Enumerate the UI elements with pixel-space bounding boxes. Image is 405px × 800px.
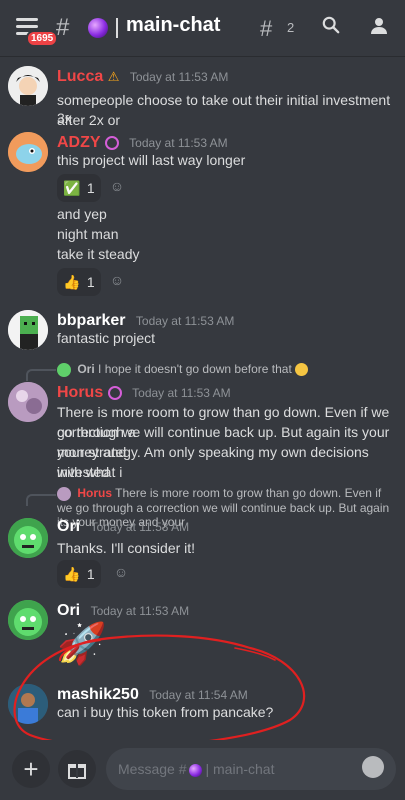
purple-orb-emoji [189, 763, 203, 777]
plus-button[interactable]: + [12, 750, 50, 788]
message-text: this project will last way longer [57, 152, 246, 168]
gift-button[interactable] [58, 750, 96, 788]
divider [116, 18, 118, 38]
add-reaction-icon[interactable]: ☺ [108, 272, 126, 290]
timestamp: Today at 11:53 AM [90, 520, 190, 534]
reply-connector [26, 494, 56, 506]
avatar[interactable] [8, 132, 48, 172]
plus-icon: + [23, 754, 39, 784]
gift-icon [68, 764, 86, 779]
message-text: invested [57, 464, 110, 480]
message-text: fantastic project [57, 330, 156, 346]
check-emoji-icon: ✅ [63, 179, 81, 196]
channel-title[interactable]: main-chat [126, 14, 220, 37]
thumbs-up-emoji-icon: 👍 [63, 565, 81, 582]
message-text: take it steady [57, 246, 140, 262]
thumbs-up-emoji-icon: 👍 [63, 273, 81, 290]
timestamp: Today at 11:53 AM [135, 314, 235, 328]
username[interactable]: Ori Today at 11:53 AM [57, 518, 189, 536]
timestamp: Today at 11:54 AM [149, 688, 248, 702]
notification-badge: 1695 [26, 30, 59, 47]
reaction-thumbsup[interactable]: 👍 1 [57, 268, 101, 296]
username[interactable]: Horus Today at 11:53 AM [57, 384, 231, 402]
message-composer: + Message # | main-chat [0, 740, 405, 800]
timestamp: Today at 11:53 AM [129, 136, 228, 150]
mini-avatar [57, 362, 71, 377]
rocket-emoji-icon: 🚀 [57, 622, 107, 666]
message-text: night man [57, 226, 119, 242]
avatar[interactable] [8, 66, 48, 106]
reaction-count: 1 [86, 180, 95, 196]
hash-icon: # [56, 14, 70, 41]
reaction-thumbsup[interactable]: 👍 1 [57, 560, 101, 588]
avatar[interactable] [8, 684, 48, 724]
username[interactable]: Ori Today at 11:53 AM [57, 602, 189, 620]
mini-avatar [57, 486, 71, 501]
message-text: 3x [57, 110, 72, 126]
message-input[interactable]: Message # | main-chat [106, 748, 396, 790]
avatar[interactable] [8, 600, 48, 640]
avatar[interactable] [8, 518, 48, 558]
threads-count[interactable]: 2 [287, 20, 294, 35]
reaction-count: 1 [86, 274, 95, 290]
purple-orb-emoji [88, 18, 108, 38]
members-icon[interactable] [370, 16, 390, 36]
emoji-icon[interactable] [362, 756, 384, 778]
username[interactable]: Lucca ⚠ Today at 11:53 AM [57, 68, 228, 86]
message-text: and yep [57, 206, 107, 222]
timestamp: Today at 11:53 AM [90, 604, 190, 618]
reply-reference[interactable]: Ori I hope it doesn't go down before tha… [57, 362, 397, 377]
add-reaction-icon[interactable]: ☺ [108, 178, 126, 196]
threads-icon[interactable]: # [260, 16, 272, 42]
grimace-emoji-icon [295, 363, 309, 377]
timestamp: Today at 11:53 AM [129, 70, 229, 84]
add-reaction-icon[interactable]: ☺ [112, 564, 130, 582]
avatar[interactable] [8, 310, 48, 350]
avatar[interactable] [8, 382, 48, 422]
message-text: Thanks. I'll consider it! [57, 540, 196, 556]
message-text: can i buy this token from pancake? [57, 704, 274, 720]
reaction-check[interactable]: ✅ 1 [57, 174, 101, 202]
status-badge-icon [104, 135, 119, 150]
reply-connector [26, 369, 56, 381]
timestamp: Today at 11:53 AM [132, 386, 231, 400]
search-icon[interactable] [322, 16, 340, 34]
warning-badge-icon: ⚠ [107, 69, 120, 84]
channel-header: 1695 # main-chat # 2 [0, 0, 405, 57]
reaction-count: 1 [86, 566, 95, 582]
status-badge-icon [107, 385, 122, 400]
